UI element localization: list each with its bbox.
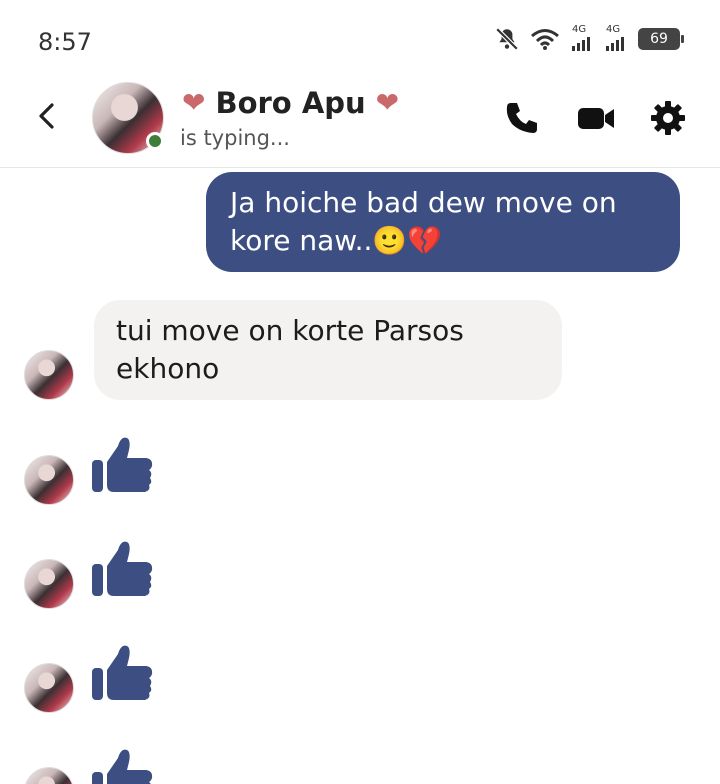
thumbs-up-icon[interactable] (90, 744, 156, 784)
back-icon[interactable] (30, 98, 66, 134)
mute-bell-icon (495, 27, 519, 51)
battery-icon: 69 (638, 28, 684, 50)
phone-icon[interactable] (502, 98, 542, 138)
heart-icon: ❤ (375, 86, 400, 119)
signal-icon (572, 37, 590, 51)
status-icons: 4G 4G 69 (494, 24, 684, 52)
sender-avatar[interactable] (24, 559, 74, 609)
gear-icon[interactable] (648, 98, 688, 138)
status-time: 8:57 (38, 28, 92, 56)
outgoing-message[interactable]: Ja hoiche bad dew move on kore naw..🙂💔 (206, 172, 680, 272)
video-icon[interactable] (576, 98, 616, 138)
chat-header: ❤ Boro Apu ❤ is typing... (0, 80, 720, 168)
status-bar: 8:57 4G 4G 69 (0, 0, 720, 80)
incoming-message[interactable]: tui move on korte Parsos ekhono (94, 300, 562, 400)
wifi-icon (531, 29, 559, 50)
contact-name: Boro Apu (215, 86, 366, 120)
signal-2: 4G (604, 24, 628, 52)
signal-icon (606, 37, 624, 51)
online-indicator (146, 132, 164, 150)
thumbs-up-icon[interactable] (90, 432, 156, 498)
sender-avatar[interactable] (24, 455, 74, 505)
sender-avatar[interactable] (24, 663, 74, 713)
thumbs-up-icon[interactable] (90, 640, 156, 706)
thumbs-up-icon[interactable] (90, 536, 156, 602)
signal-1: 4G (570, 24, 594, 52)
sender-avatar[interactable] (24, 350, 74, 400)
contact-name-row[interactable]: ❤ Boro Apu ❤ (182, 86, 399, 120)
heart-icon: ❤ (182, 86, 206, 119)
sender-avatar[interactable] (24, 767, 74, 784)
typing-status: is typing... (180, 126, 290, 150)
